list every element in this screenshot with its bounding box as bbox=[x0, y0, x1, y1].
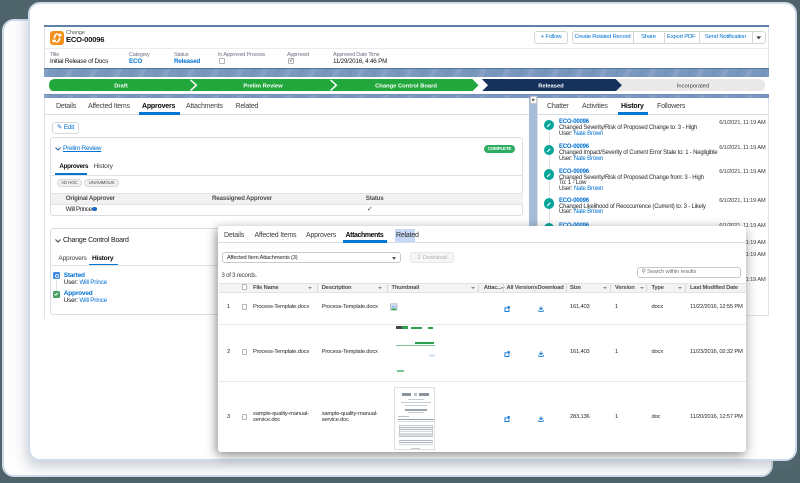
svg-text:Change Control Board: Change Control Board bbox=[376, 83, 438, 89]
svg-text:Draft: Draft bbox=[115, 83, 129, 89]
svg-text:Prelim Review: Prelim Review bbox=[244, 83, 284, 89]
svg-text:Incorporated: Incorporated bbox=[677, 83, 710, 89]
svg-text:Released: Released bbox=[539, 83, 565, 89]
